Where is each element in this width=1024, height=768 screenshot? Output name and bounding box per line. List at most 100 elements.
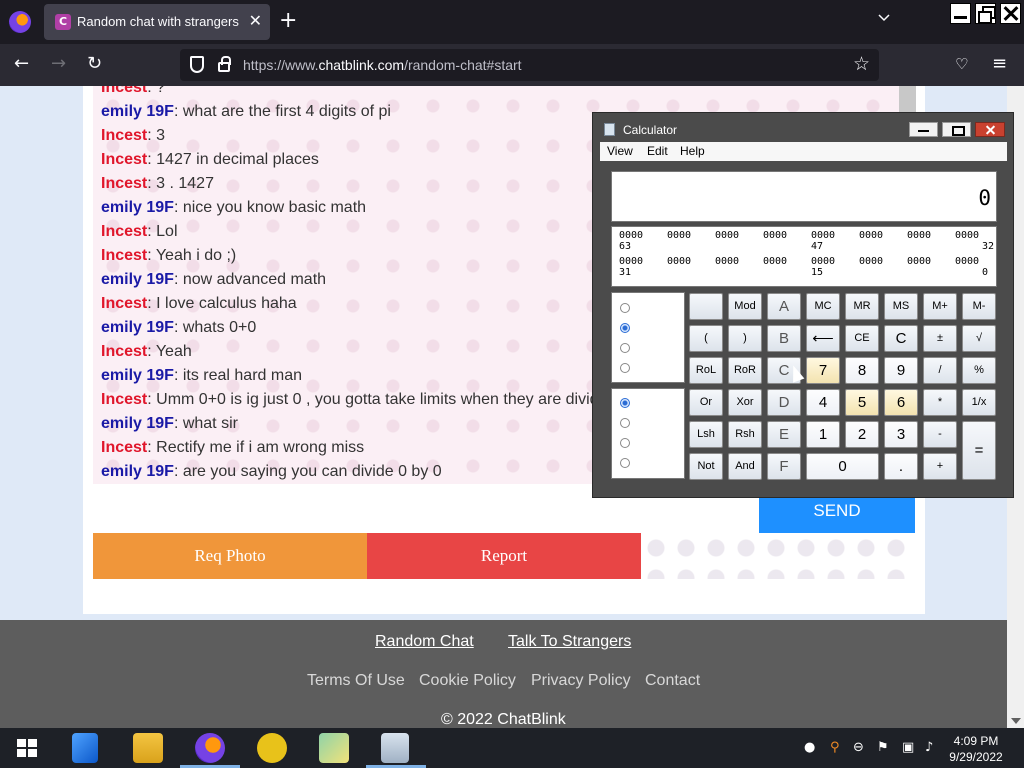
tray-flag-icon[interactable]: ⚑ [877,740,889,755]
calc-key-mc[interactable]: MC [806,293,840,320]
calc-key-m[interactable]: M- [962,293,996,320]
vpn-pro-icon[interactable] [257,733,287,763]
footer-link-cookie-policy[interactable]: Cookie Policy [419,672,516,690]
menu-hamburger-icon[interactable]: ≡ [992,54,1007,74]
new-tab-icon[interactable]: + [279,9,297,33]
footer-link-random-chat[interactable]: Random Chat [375,633,474,651]
calc-key-3[interactable]: 3 [884,421,918,448]
radio-bin[interactable] [620,363,630,373]
url-text[interactable]: https://www.chatblink.com/random-chat#st… [243,57,522,73]
calc-key-op[interactable]: √ [962,325,996,352]
calc-key-mod[interactable]: Mod [728,293,762,320]
calc-key-or[interactable]: Or [689,389,723,416]
menu-view[interactable]: View [607,144,633,158]
radio-byte[interactable] [620,458,630,468]
window-close-button[interactable] [1000,3,1021,24]
bit-group[interactable]: 0000 [715,230,739,242]
calc-key-op[interactable]: = [962,421,996,480]
radio-qword[interactable] [620,398,630,408]
req-photo-button[interactable]: Req Photo [93,533,367,579]
tracking-shield-icon[interactable] [190,56,204,73]
bit-group[interactable]: 0000 [907,230,931,242]
calc-key-blank[interactable] [689,293,723,320]
calc-key-op[interactable]: . [884,453,918,480]
calc-key-op[interactable]: - [923,421,957,448]
bit-group[interactable]: 0000 [667,256,691,268]
bit-group[interactable]: 0000 [859,230,883,242]
calc-key-mr[interactable]: MR [845,293,879,320]
bit-group[interactable]: 0000 [763,256,787,268]
menu-edit[interactable]: Edit [647,144,668,158]
footer-link-terms[interactable]: Terms Of Use [307,672,405,690]
calc-key-c[interactable]: C [884,325,918,352]
calc-key-lsh[interactable]: Lsh [689,421,723,448]
address-bar[interactable]: https://www.chatblink.com/random-chat#st… [180,49,879,81]
calc-key-e[interactable]: E [767,421,801,448]
calc-key-xor[interactable]: Xor [728,389,762,416]
tab-close-icon[interactable]: ✕ [249,11,262,30]
calculator-window[interactable]: Calculator View Edit Help 0 0000 0000 0000… [592,112,1014,498]
phone-app-icon[interactable] [72,733,98,763]
calc-key-op[interactable]: / [923,357,957,384]
calc-key-op[interactable]: ± [923,325,957,352]
tray-network-icon[interactable]: ▣ [902,740,914,755]
pocket-icon[interactable]: ♡ [955,54,968,74]
bookmark-star-icon[interactable]: ☆ [853,53,870,75]
back-arrow-icon[interactable]: ← [14,54,29,74]
calc-key-6[interactable]: 6 [884,389,918,416]
tray-volume-icon[interactable]: ♪ [925,740,933,755]
radio-oct[interactable] [620,343,630,353]
footer-link-privacy-policy[interactable]: Privacy Policy [531,672,631,690]
radio-dec[interactable] [620,323,630,333]
calc-key-op[interactable]: % [962,357,996,384]
calc-key-1x[interactable]: 1/x [962,389,996,416]
taskbar-clock[interactable]: 4:09 PM 9/29/2022 [946,733,1006,765]
file-explorer-icon[interactable] [133,733,163,763]
bit-group[interactable]: 0000 [907,256,931,268]
footer-link-talk-to-strangers[interactable]: Talk To Strangers [508,633,631,651]
firefox-taskbar-icon[interactable] [195,733,225,763]
radio-word[interactable] [620,438,630,448]
window-minimize-button[interactable] [950,3,971,24]
calc-key-2[interactable]: 2 [845,421,879,448]
calc-key-5[interactable]: 5 [845,389,879,416]
bit-group[interactable]: 0000 [763,230,787,242]
tray-app-icon[interactable]: ● [804,740,815,755]
padlock-icon[interactable] [218,56,231,72]
calc-key-op[interactable]: ⟵ [806,325,840,352]
calc-key-7[interactable]: 7 [806,357,840,384]
calc-key-a[interactable]: A [767,293,801,320]
windows-start-icon[interactable] [17,739,37,758]
forward-arrow-icon[interactable]: → [51,54,66,74]
calculator-close-button[interactable] [975,122,1005,137]
tray-status-icon[interactable]: ⊖ [853,740,864,755]
calc-key-1[interactable]: 1 [806,421,840,448]
report-button[interactable]: Report [367,533,641,579]
bit-group[interactable]: 0000 [859,256,883,268]
calc-key-op[interactable]: * [923,389,957,416]
calc-key-ms[interactable]: MS [884,293,918,320]
bit-group[interactable]: 0000 [955,230,979,242]
reload-icon[interactable]: ↻ [87,54,102,74]
calc-key-9[interactable]: 9 [884,357,918,384]
calc-key-m[interactable]: M+ [923,293,957,320]
calc-key-8[interactable]: 8 [845,357,879,384]
calc-key-op[interactable]: ) [728,325,762,352]
calc-key-4[interactable]: 4 [806,389,840,416]
binary-bit-display[interactable]: 0000 0000 0000 0000 0000 0000 0000 0000 63 47 32 00… [611,226,997,287]
firefox-icon[interactable] [9,11,31,33]
radio-hex[interactable] [620,303,630,313]
calc-key-not[interactable]: Not [689,453,723,480]
calc-key-op[interactable]: ( [689,325,723,352]
calculator-maximize-button[interactable] [942,122,971,137]
calc-key-ce[interactable]: CE [845,325,879,352]
calc-key-rol[interactable]: RoL [689,357,723,384]
calc-key-d[interactable]: D [767,389,801,416]
footer-link-contact[interactable]: Contact [645,672,700,690]
calc-key-b[interactable]: B [767,325,801,352]
menu-help[interactable]: Help [680,144,705,158]
calc-key-and[interactable]: And [728,453,762,480]
calculator-taskbar-icon[interactable] [381,733,409,763]
bit-group[interactable]: 0000 [715,256,739,268]
bit-group[interactable]: 0000 [667,230,691,242]
